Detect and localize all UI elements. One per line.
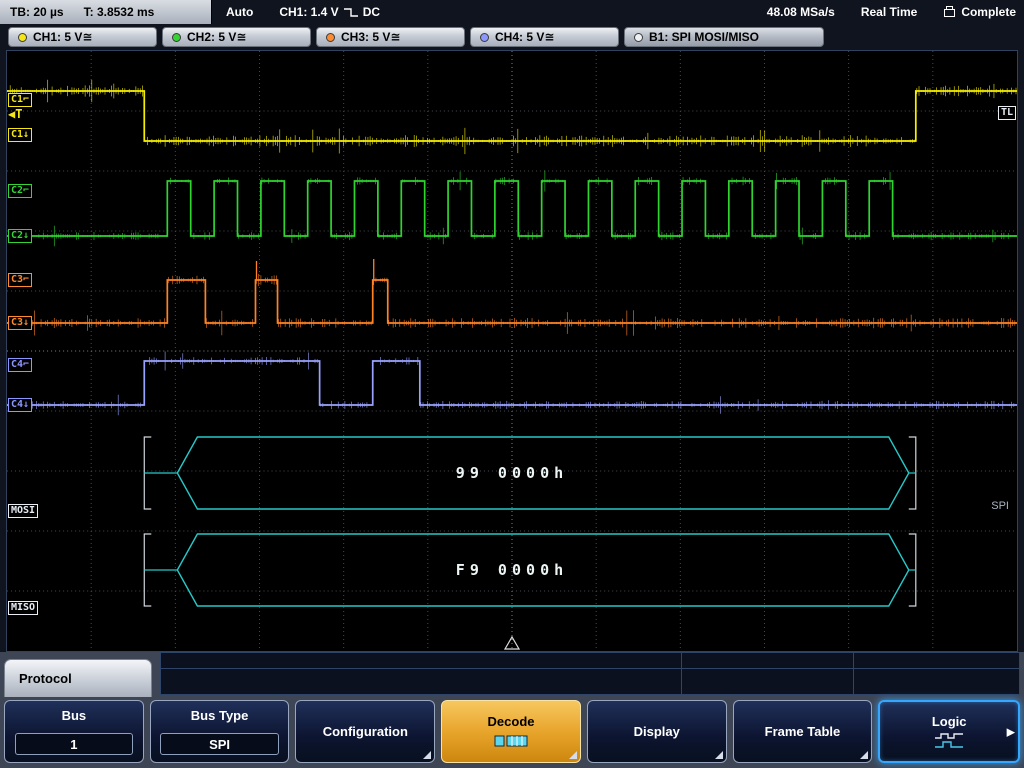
tab-ch4-label: CH4: 5 V≅	[495, 30, 554, 44]
frame-table-button-label: Frame Table	[765, 724, 841, 739]
marker-t[interactable]: ◀T	[8, 108, 22, 120]
marker-mosi[interactable]: MOSI	[8, 504, 38, 518]
menu-title-label: Protocol	[19, 671, 72, 686]
channel-tabs: CH1: 5 V≅ CH2: 5 V≅ CH3: 5 V≅ CH4: 5 V≅ …	[0, 24, 1024, 50]
frame-table-row-divider	[161, 668, 1019, 669]
marker-miso[interactable]: MISO	[8, 601, 38, 615]
bus-button[interactable]: Bus 1	[4, 700, 144, 763]
bus-type-value-box: SPI	[160, 733, 278, 755]
bus-value-box: 1	[15, 733, 133, 755]
decode-button-label: Decode	[488, 714, 535, 729]
tab-b1-label: B1: SPI MOSI/MISO	[649, 30, 759, 44]
marker-c1[interactable]: C1⌐	[8, 93, 32, 107]
svg-text:99 0000h: 99 0000h	[456, 464, 568, 482]
ch2-color-dot	[172, 33, 181, 42]
graticule: 99 0000h F9 0000h SPI C1⌐◀T C1↓ C2⌐ C2↓ C3⌐ C3↓…	[6, 50, 1018, 652]
tab-b1-bus[interactable]: B1: SPI MOSI/MISO	[624, 27, 824, 47]
timebase-readout: TB: 20 µs	[10, 5, 64, 19]
status-bar: TB: 20 µs T: 3.8532 ms Auto CH1: 1.4 V D…	[0, 0, 1024, 24]
tab-ch1-label: CH1: 5 V≅	[33, 30, 92, 44]
more-arrow-icon: ▶	[1007, 725, 1015, 738]
frame-table-empty	[160, 652, 1020, 695]
waveform-display: 99 0000h F9 0000h SPI	[7, 51, 1017, 651]
tab-ch3[interactable]: CH3: 5 V≅	[316, 27, 465, 47]
frame-table-col-divider	[681, 653, 682, 694]
logic-button-label: Logic	[932, 714, 967, 729]
trigger-source: CH1: 1.4 V	[279, 5, 338, 19]
trigger-settings: CH1: 1.4 V DC	[279, 5, 380, 19]
marker-c3[interactable]: C3↓	[8, 316, 32, 330]
marker-c1[interactable]: C1↓	[8, 128, 32, 142]
timebase-panel: TB: 20 µs T: 3.8532 ms	[0, 0, 212, 24]
trigger-coupling: DC	[363, 5, 380, 19]
decode-button[interactable]: Decode	[441, 700, 581, 763]
bus-button-label: Bus	[62, 708, 87, 723]
tab-ch2[interactable]: CH2: 5 V≅	[162, 27, 311, 47]
b1-color-dot	[634, 33, 643, 42]
submenu-corner-icon	[569, 751, 577, 759]
acquisition-mode: Real Time	[861, 5, 917, 19]
submenu-corner-icon	[715, 751, 723, 759]
ch1-color-dot	[18, 33, 27, 42]
tab-ch1[interactable]: CH1: 5 V≅	[8, 27, 157, 47]
marker-c4[interactable]: C4↓	[8, 398, 32, 412]
acquisition-status: Complete	[961, 5, 1016, 19]
trigger-slope-falling-icon	[343, 6, 359, 18]
marker-c2[interactable]: C2⌐	[8, 184, 32, 198]
decode-icon	[494, 733, 528, 749]
submenu-corner-icon	[860, 751, 868, 759]
ch3-color-dot	[326, 33, 335, 42]
tab-ch3-label: CH3: 5 V≅	[341, 30, 400, 44]
svg-text:SPI: SPI	[991, 500, 1009, 512]
trigger-time-readout: T: 3.8532 ms	[84, 5, 155, 19]
bus-value: 1	[70, 737, 77, 752]
display-area: 99 0000h F9 0000h SPI C1⌐◀T C1↓ C2⌐ C2↓ C3⌐ C3↓…	[0, 50, 1024, 652]
marker-c4[interactable]: C4⌐	[8, 358, 32, 372]
tab-ch2-label: CH2: 5 V≅	[187, 30, 246, 44]
tab-ch4[interactable]: CH4: 5 V≅	[470, 27, 619, 47]
menu-title-tab: Protocol	[4, 659, 152, 697]
menu-bar: Bus 1 Bus Type SPI Configuration Decode …	[0, 697, 1024, 768]
marker-c2[interactable]: C2↓	[8, 229, 32, 243]
bus-type-button[interactable]: Bus Type SPI	[150, 700, 290, 763]
marker-c3[interactable]: C3⌐	[8, 273, 32, 287]
lower-strip: Protocol	[0, 652, 1024, 697]
ch4-color-dot	[480, 33, 489, 42]
marker-tl[interactable]: TL	[998, 106, 1016, 120]
trigger-mode: Auto	[226, 5, 253, 19]
frame-table-button[interactable]: Frame Table	[733, 700, 873, 763]
complete-icon	[943, 6, 956, 18]
configuration-button[interactable]: Configuration	[295, 700, 435, 763]
submenu-corner-icon	[423, 751, 431, 759]
configuration-button-label: Configuration	[323, 724, 408, 739]
svg-text:F9 0000h: F9 0000h	[456, 561, 568, 579]
logic-button[interactable]: Logic ▶	[878, 700, 1020, 763]
display-button-label: Display	[634, 724, 680, 739]
bus-type-value: SPI	[209, 737, 230, 752]
bus-type-button-label: Bus Type	[191, 708, 249, 723]
sample-rate: 48.08 MSa/s	[767, 5, 835, 19]
logic-icon	[934, 733, 964, 749]
display-button[interactable]: Display	[587, 700, 727, 763]
frame-table-col-divider	[853, 653, 854, 694]
